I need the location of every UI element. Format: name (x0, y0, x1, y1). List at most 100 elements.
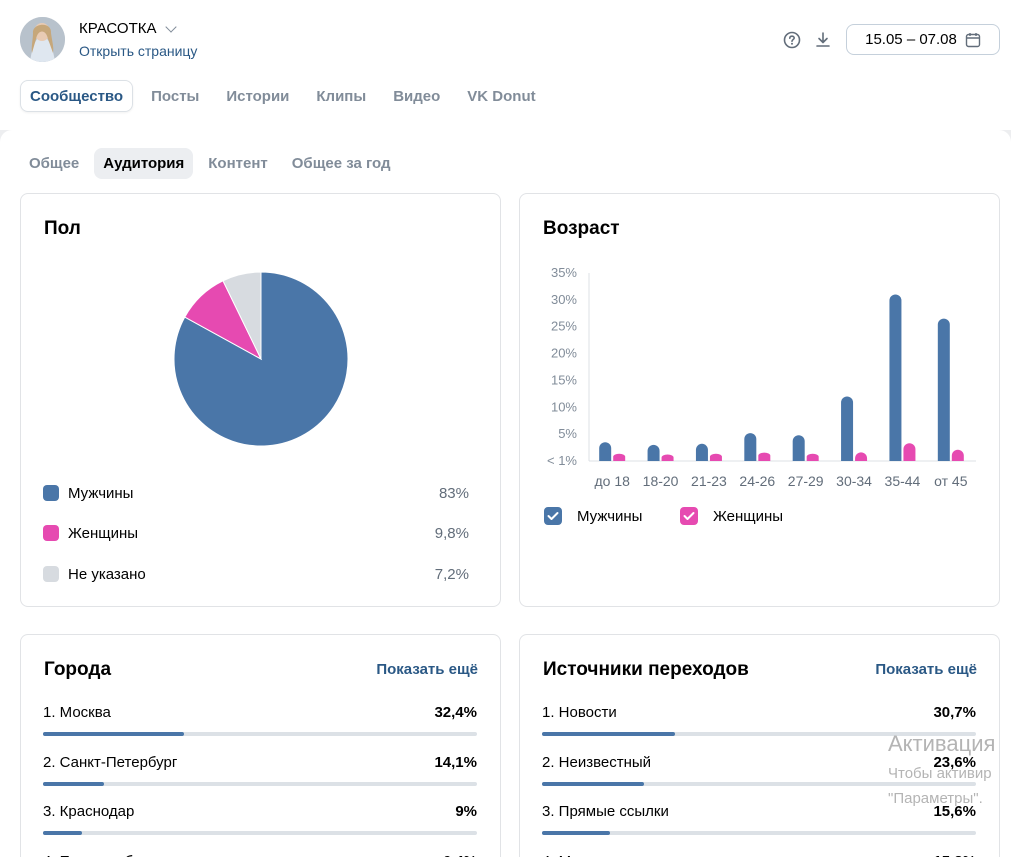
age-bar-women[interactable] (613, 453, 626, 461)
subtab-general[interactable]: Общее (20, 148, 88, 179)
x-tick-label: от 45 (934, 473, 968, 489)
source-row: 3. Прямые ссылки 15,6% (542, 803, 976, 835)
gender-card: Пол Мужчины 83% Женщины 9,8% Не указано … (20, 193, 501, 607)
checkbox-men[interactable] (544, 507, 562, 525)
legend-swatch-women (43, 525, 59, 541)
age-bar-men[interactable] (647, 444, 660, 461)
legend-unknown: Не указано 7,2% (43, 564, 469, 584)
x-tick-label: 24-26 (739, 473, 775, 489)
age-title: Возраст (543, 218, 620, 239)
chevron-down-icon (164, 20, 177, 33)
age-bar-men[interactable] (599, 442, 612, 461)
legend-label: Женщины (68, 524, 139, 542)
age-bar-men[interactable] (695, 443, 708, 461)
group-name: КРАСОТКА (79, 20, 157, 37)
download-icon[interactable] (814, 31, 832, 49)
progress-track (542, 831, 976, 835)
progress-track (43, 781, 477, 786)
date-range-value: 15.05 – 07.08 (865, 31, 957, 48)
progress-fill (542, 781, 645, 786)
age-bar-women[interactable] (709, 453, 722, 461)
age-legend-men[interactable]: Мужчины (544, 507, 642, 525)
row-value: 9% (455, 803, 477, 820)
city-row: 1. Москва 32,4% (43, 704, 477, 736)
age-bar-men[interactable] (937, 318, 950, 461)
activation-watermark-title: Активация (888, 731, 996, 756)
help-icon[interactable] (783, 31, 801, 49)
row-value: 30,7% (933, 704, 976, 721)
progress-fill (43, 732, 184, 736)
progress-fill (542, 831, 610, 835)
cities-card: Города Показать ещё 1. Москва 32,4% 2. Сан… (20, 634, 501, 857)
legend-label: Мужчины (68, 484, 134, 502)
row-label: 2. Неизвестный (542, 753, 652, 771)
subtab-content[interactable]: Контент (199, 148, 276, 179)
age-bar-men[interactable] (792, 435, 805, 461)
y-tick-label: 30% (551, 292, 577, 307)
progress-track (43, 732, 477, 736)
age-bar-men[interactable] (841, 396, 854, 461)
tab-video[interactable]: Видео (384, 80, 449, 112)
tab-vk-donut[interactable]: VK Donut (458, 80, 544, 112)
group-name-menu[interactable]: КРАСОТКА (79, 20, 177, 37)
sub-tabs: Общее Аудитория Контент Общее за год (20, 148, 406, 179)
row-value: 6,4% (443, 853, 477, 857)
age-bar-chart: < 1% 5% 10% 15% 20% 25% 30% 35% до 18 18-20 21-23 2… (547, 265, 976, 489)
row-label: 3. Краснодар (43, 803, 135, 820)
tab-community[interactable]: Сообщество (20, 80, 134, 112)
age-bar-men[interactable] (889, 294, 902, 461)
tab-clips[interactable]: Клипы (307, 80, 375, 112)
progress-fill (542, 732, 676, 736)
age-bar-women[interactable] (661, 454, 674, 462)
open-page-link[interactable]: Открыть страницу (79, 43, 197, 59)
tab-posts[interactable]: Посты (142, 80, 208, 112)
check-icon (683, 512, 695, 520)
y-tick-label: < 1% (547, 453, 577, 468)
group-avatar[interactable] (20, 17, 65, 62)
gender-title: Пол (44, 218, 81, 239)
cities-show-more-link[interactable]: Показать ещё (376, 661, 478, 678)
source-row: 4. М 15,3% (542, 853, 976, 857)
checkbox-women[interactable] (680, 507, 698, 525)
row-value: 14,1% (434, 753, 477, 771)
age-legend-women[interactable]: Женщины (680, 507, 783, 525)
calendar-icon (965, 32, 981, 47)
row-label: 2. Санкт-Петербург (43, 753, 178, 771)
x-tick-label: 18-20 (643, 473, 679, 489)
x-tick-label: 27-29 (788, 473, 824, 489)
row-label: 1. Москва (43, 704, 111, 721)
progress-fill (43, 831, 83, 835)
check-icon (547, 512, 559, 520)
legend-value: 83% (438, 484, 469, 502)
tab-stories[interactable]: Истории (217, 80, 298, 112)
gender-pie-chart (173, 271, 349, 447)
legend-swatch-unknown (43, 566, 59, 582)
age-bar-women[interactable] (951, 449, 964, 461)
age-bar-women[interactable] (758, 452, 771, 461)
y-tick-label: 15% (551, 372, 577, 387)
legend-label: Не указано (68, 565, 146, 583)
y-tick-label: 25% (551, 319, 577, 334)
subtab-year[interactable]: Общее за год (283, 148, 400, 179)
age-legend-men-label: Мужчины (577, 507, 643, 525)
age-bar-men[interactable] (744, 433, 757, 461)
activation-watermark-line: Чтобы активир (888, 765, 992, 782)
date-range-picker[interactable]: 15.05 – 07.08 (846, 24, 1000, 55)
age-bar-women[interactable] (855, 452, 868, 461)
progress-fill (43, 781, 105, 786)
sources-show-more-link[interactable]: Показать ещё (875, 661, 977, 678)
row-label: 3. Прямые ссылки (542, 803, 669, 820)
age-bar-women[interactable] (903, 443, 916, 461)
legend-women: Женщины 9,8% (43, 523, 469, 543)
subtab-audience[interactable]: Аудитория (94, 148, 194, 179)
city-row: 3. Краснодар 9% (43, 803, 477, 835)
activation-watermark-line: "Параметры". (888, 790, 983, 807)
age-card: Возраст < 1% 5% 10% 15% 20% 25% 30% 35% до 18 18-… (519, 193, 1000, 607)
city-row: 2. Санкт-Петербург 14,1% (43, 754, 477, 786)
age-bar-women[interactable] (806, 453, 819, 461)
progress-track (43, 831, 477, 835)
legend-value: 9,8% (434, 524, 469, 542)
y-tick-label: 10% (551, 399, 577, 414)
row-label: 4. Екатеринбург (43, 853, 154, 857)
sources-title: Источники переходов (543, 659, 749, 680)
